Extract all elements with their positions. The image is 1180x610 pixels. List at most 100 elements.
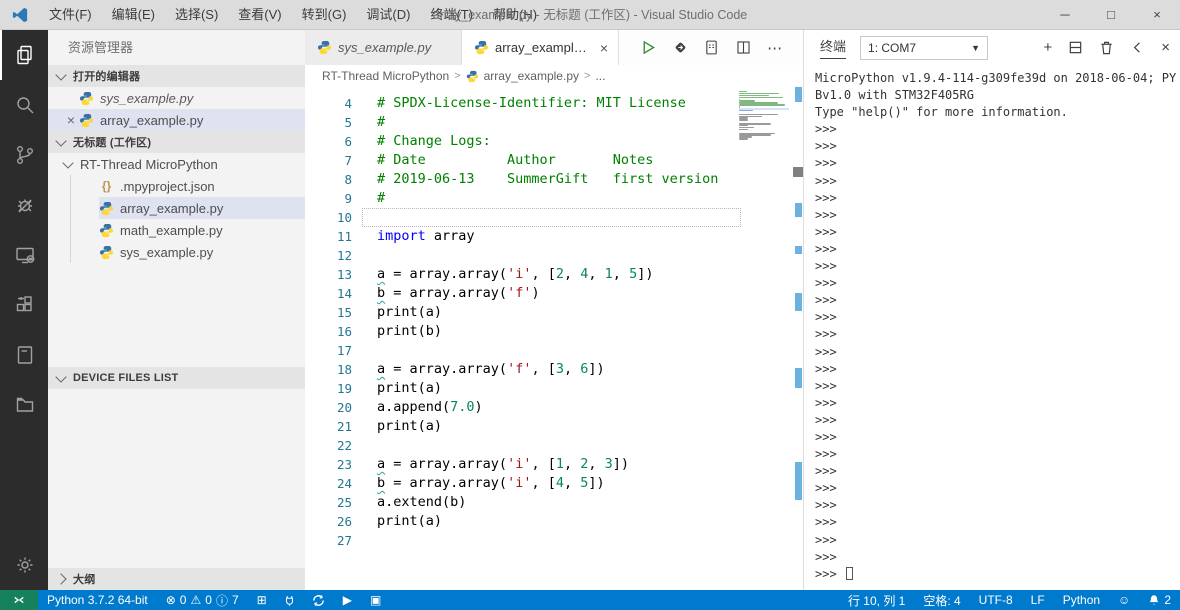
breadcrumb-more[interactable]: ...	[595, 69, 605, 83]
close-icon[interactable]: ×	[1134, 0, 1180, 29]
terminal-cursor	[845, 566, 853, 580]
code-line: 19 print(a)	[305, 379, 803, 398]
tab-array_example.py[interactable]: array_example.py ×	[462, 30, 619, 65]
close-panel-icon[interactable]: ×	[1161, 40, 1170, 55]
minimize-icon[interactable]: ─	[1042, 0, 1088, 29]
source-control-icon[interactable]	[0, 130, 48, 180]
tree-file-item[interactable]: array_example.py	[99, 197, 305, 219]
menu-item-1[interactable]: 编辑(E)	[102, 0, 165, 30]
terminal-prompt-line: >>>	[815, 378, 837, 393]
stop-button[interactable]: ▣	[361, 593, 390, 607]
breadcrumb-file[interactable]: array_example.py	[484, 69, 579, 83]
menu-item-2[interactable]: 选择(S)	[165, 0, 228, 30]
code-editor[interactable]: 4 # SPDX-License-Identifier: MIT License 5…	[305, 87, 803, 590]
split-editor-button[interactable]	[735, 39, 752, 56]
terminal-tab[interactable]: 终端	[820, 36, 847, 59]
code-line: 8 # 2019-06-13 SummerGift first version	[305, 170, 803, 189]
close-icon[interactable]: ×	[598, 40, 610, 56]
device-files-header[interactable]: DEVICE FILES LIST	[48, 367, 305, 389]
tree-file-item[interactable]: sys_example.py	[99, 241, 305, 263]
run-button[interactable]: ▶	[334, 593, 361, 607]
notifications-bell[interactable]: 2	[1139, 593, 1180, 607]
window-title: array_example.py - 无标题 (工作区) - Visual St…	[432, 8, 748, 22]
outline-header[interactable]: 大纲	[48, 568, 305, 590]
remote-indicator[interactable]	[0, 590, 38, 610]
line-number: 13	[336, 267, 352, 282]
menu-item-4[interactable]: 转到(G)	[292, 0, 357, 30]
line-text: #	[377, 114, 386, 130]
encoding-status[interactable]: UTF-8	[970, 593, 1022, 607]
split-terminal-icon[interactable]	[1068, 40, 1083, 55]
close-icon[interactable]: ×	[63, 112, 79, 128]
open-editor-item[interactable]: sys_example.py	[48, 87, 305, 109]
device-folder-icon[interactable]	[0, 380, 48, 430]
line-number: 8	[344, 172, 352, 187]
run-file-button[interactable]	[640, 39, 657, 56]
terminal-output[interactable]: MicroPython v1.9.4-114-g309fe39d on 2018…	[804, 65, 1180, 590]
menu-item-0[interactable]: 文件(F)	[39, 0, 102, 30]
settings-gear-icon[interactable]	[0, 540, 48, 590]
code-line: 25 a.extend(b)	[305, 493, 803, 512]
menu-item-3[interactable]: 查看(V)	[228, 0, 291, 30]
code-line: 26 print(a)	[305, 512, 803, 531]
terminal-selector[interactable]: 1: COM7 ▼	[860, 35, 989, 60]
binary-view-button[interactable]	[703, 39, 720, 56]
new-window-icon: ⊞	[256, 593, 267, 607]
open-editor-item[interactable]: × array_example.py	[48, 109, 305, 131]
notebook-icon[interactable]	[0, 330, 48, 380]
tree-file-item[interactable]: math_example.py	[99, 219, 305, 241]
problems-status[interactable]: ⊗ 0 ⚠ 0 ⓘ 7	[157, 592, 248, 609]
python-file-icon	[466, 70, 478, 82]
maximize-icon[interactable]: □	[1088, 0, 1134, 29]
language-mode-status[interactable]: Python	[1054, 593, 1109, 607]
breadcrumb-folder[interactable]: RT-Thread MicroPython	[322, 69, 449, 83]
menu-item-5[interactable]: 调试(D)	[356, 0, 420, 30]
vscode-logo-icon	[12, 7, 28, 22]
device-monitor-icon[interactable]	[0, 230, 48, 280]
scrollbar-thumb[interactable]	[793, 167, 803, 177]
diagnostic-marker	[795, 246, 802, 254]
line-number: 23	[336, 457, 352, 472]
play-icon: ▶	[342, 593, 352, 607]
feedback-smiley[interactable]: ☺	[1109, 593, 1139, 607]
terminal-prompt-line: >>>	[815, 327, 837, 342]
line-text: b = array.array('i', [4, 5])	[377, 475, 605, 491]
line-number: 10	[336, 210, 352, 225]
breadcrumb-sep: >	[454, 70, 461, 82]
tab-sys_example.py[interactable]: sys_example.py	[305, 30, 462, 65]
explorer-icon[interactable]	[0, 30, 48, 80]
line-text	[352, 436, 377, 455]
extensions-icon[interactable]	[0, 280, 48, 330]
line-number: 26	[336, 514, 352, 529]
window-controls: ─ □ ×	[1042, 0, 1180, 29]
code-line: 20 a.append(7.0)	[305, 398, 803, 417]
usb-device-button[interactable]	[276, 594, 303, 607]
search-icon[interactable]	[0, 80, 48, 130]
sync-button[interactable]	[303, 594, 334, 607]
more-actions-button[interactable]: ⋯	[767, 39, 782, 57]
smiley-icon: ☺	[1118, 593, 1131, 607]
kill-terminal-icon[interactable]	[1099, 40, 1114, 55]
bell-icon	[1150, 595, 1159, 605]
tree-file-label: .mpyproject.json	[120, 178, 215, 194]
download-sync-button[interactable]	[672, 39, 689, 56]
new-window-button[interactable]: ⊞	[248, 593, 276, 607]
minimap[interactable]	[739, 91, 789, 142]
chevron-left-icon[interactable]	[1130, 40, 1145, 55]
cursor-position-status[interactable]: 行 10, 列 1	[839, 592, 914, 609]
tree-file-item[interactable]: {} .mpyproject.json	[99, 175, 305, 197]
indentation-status[interactable]: 空格: 4	[914, 592, 969, 609]
new-terminal-icon[interactable]: +	[1043, 40, 1052, 55]
python-interpreter-status[interactable]: Python 3.7.2 64-bit	[38, 593, 157, 607]
open-editors-header[interactable]: 打开的编辑器	[48, 65, 305, 87]
debug-icon[interactable]	[0, 180, 48, 230]
terminal-prompt-line: >>>	[815, 173, 837, 188]
tree-folder-rt-thread[interactable]: RT-Thread MicroPython	[48, 153, 305, 175]
workspace-header[interactable]: 无标题 (工作区)	[48, 131, 305, 153]
open-editor-label: array_example.py	[100, 112, 204, 128]
terminal-prompt-line: >>>	[815, 412, 837, 427]
overview-ruler	[793, 87, 803, 590]
chevron-right-icon	[55, 573, 67, 585]
eol-status[interactable]: LF	[1022, 593, 1054, 607]
code-line: 10	[305, 208, 803, 227]
